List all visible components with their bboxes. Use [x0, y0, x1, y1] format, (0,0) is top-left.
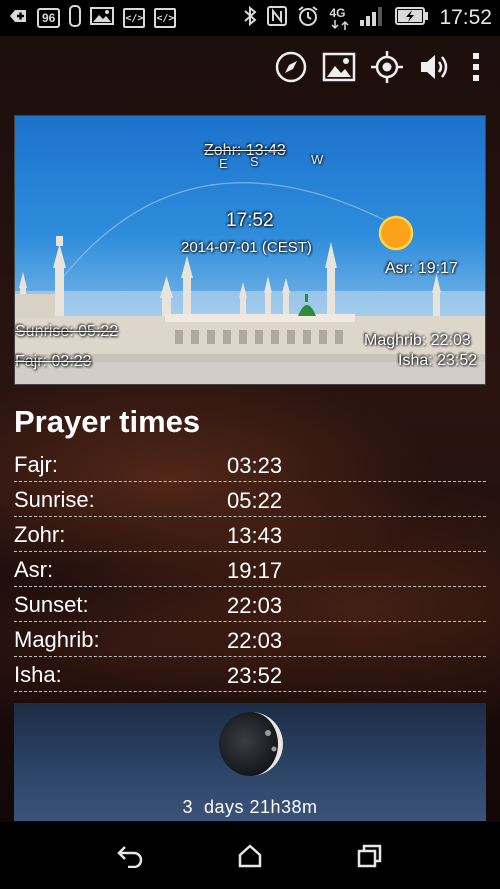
- image-button[interactable]: [322, 50, 356, 84]
- prayer-name: Isha:: [14, 662, 62, 687]
- prayer-time: 23:52: [227, 663, 283, 688]
- prayer-time: 19:17: [227, 558, 283, 583]
- prayer-time: 03:23: [227, 453, 283, 478]
- prayer-row-asr: Asr: 19:17: [14, 552, 486, 587]
- zohr-marker-label: Zohr: 13:43: [204, 142, 286, 159]
- prayer-row-maghrib: Maghrib: 22:03: [14, 622, 486, 657]
- direction-east: E: [219, 156, 228, 171]
- current-time: 17:52: [226, 210, 274, 231]
- bluetooth-icon: [243, 5, 257, 32]
- battery-percent-icon: 96: [37, 8, 61, 28]
- sun-icon: [378, 215, 414, 251]
- screen: 96 </> </> 4G 17:52 Zohr: 13:43 E S W 17…: [0, 0, 500, 889]
- direction-west: W: [311, 152, 324, 167]
- signal-icon: [359, 6, 385, 31]
- prayer-name: Sunset:: [14, 592, 89, 617]
- maghrib-marker-label: Maghrib: 22:03: [364, 332, 471, 349]
- volume-button[interactable]: [418, 50, 452, 84]
- battery-percent-value: 96: [42, 11, 56, 25]
- prayer-row-zohr: Zohr: 13:43: [14, 517, 486, 552]
- location-icon: [371, 51, 403, 83]
- prayer-time: 22:03: [227, 593, 283, 618]
- prayer-time: 13:43: [227, 523, 283, 548]
- prayer-name: Fajr:: [14, 452, 58, 477]
- add-icon: [8, 6, 28, 31]
- moon-countdown: 3 days 21h38m: [182, 797, 318, 817]
- home-button[interactable]: [230, 836, 270, 876]
- prayer-name: Sunrise:: [14, 487, 95, 512]
- network-4g-icon: 4G: [329, 6, 349, 30]
- prayer-time: 05:22: [227, 488, 283, 513]
- waning-crescent-moon-icon: [219, 712, 283, 776]
- compass-button[interactable]: [274, 50, 308, 84]
- overflow-menu-icon: [473, 53, 479, 81]
- prayer-row-sunset: Sunset: 22:03: [14, 587, 486, 622]
- asr-marker-label: Asr: 19:17: [385, 260, 458, 277]
- image-icon: [322, 52, 356, 82]
- prayer-time: 22:03: [227, 628, 283, 653]
- prayer-name: Asr:: [14, 557, 54, 582]
- navigation-bar: [0, 822, 500, 889]
- prayer-row-fajr: Fajr: 03:23: [14, 447, 486, 482]
- prayer-times-list: Fajr: 03:23 Sunrise: 05:22 Zohr: 13:43 A…: [14, 447, 486, 692]
- fajr-marker-label: Fajr: 03:23: [15, 353, 92, 370]
- back-icon: [117, 845, 143, 868]
- isha-marker-label: Isha: 23:52: [398, 352, 478, 369]
- prayer-name: Maghrib:: [14, 627, 100, 652]
- back-button[interactable]: [110, 836, 150, 876]
- gallery-icon: [90, 6, 115, 31]
- recent-apps-icon: [357, 844, 382, 867]
- prayer-row-sunrise: Sunrise: 05:22: [14, 482, 486, 517]
- battery-charging-icon: [395, 6, 429, 30]
- home-icon: [238, 843, 262, 867]
- nfc-icon: [267, 5, 288, 31]
- status-bar: 96 </> </> 4G 17:52: [0, 0, 500, 36]
- sunrise-marker-label: Sunrise: 05:22: [15, 323, 119, 340]
- overflow-menu-button[interactable]: [466, 50, 486, 84]
- phone-icon: [69, 4, 82, 32]
- current-date: 2014-07-01 (CEST): [181, 239, 312, 256]
- sky-view[interactable]: Zohr: 13:43 E S W 17:52 2014-07-01 (CEST…: [14, 115, 486, 385]
- recent-apps-button[interactable]: [350, 836, 390, 876]
- alarm-icon: [297, 5, 319, 32]
- code-icon-2: </>: [154, 8, 177, 28]
- volume-icon: [421, 55, 448, 79]
- prayer-name: Zohr:: [14, 522, 66, 547]
- direction-south: S: [250, 154, 259, 169]
- compass-icon: [275, 51, 307, 83]
- prayer-times-heading: Prayer times: [14, 404, 201, 439]
- prayer-row-isha: Isha: 23:52: [14, 657, 486, 692]
- code-icon: </>: [123, 8, 146, 28]
- action-bar: [0, 36, 500, 98]
- moon-phase-card: 3 days 21h38m: [14, 703, 486, 821]
- network-label: 4G: [329, 6, 346, 20]
- location-button[interactable]: [370, 50, 404, 84]
- status-time: 17:52: [439, 6, 492, 29]
